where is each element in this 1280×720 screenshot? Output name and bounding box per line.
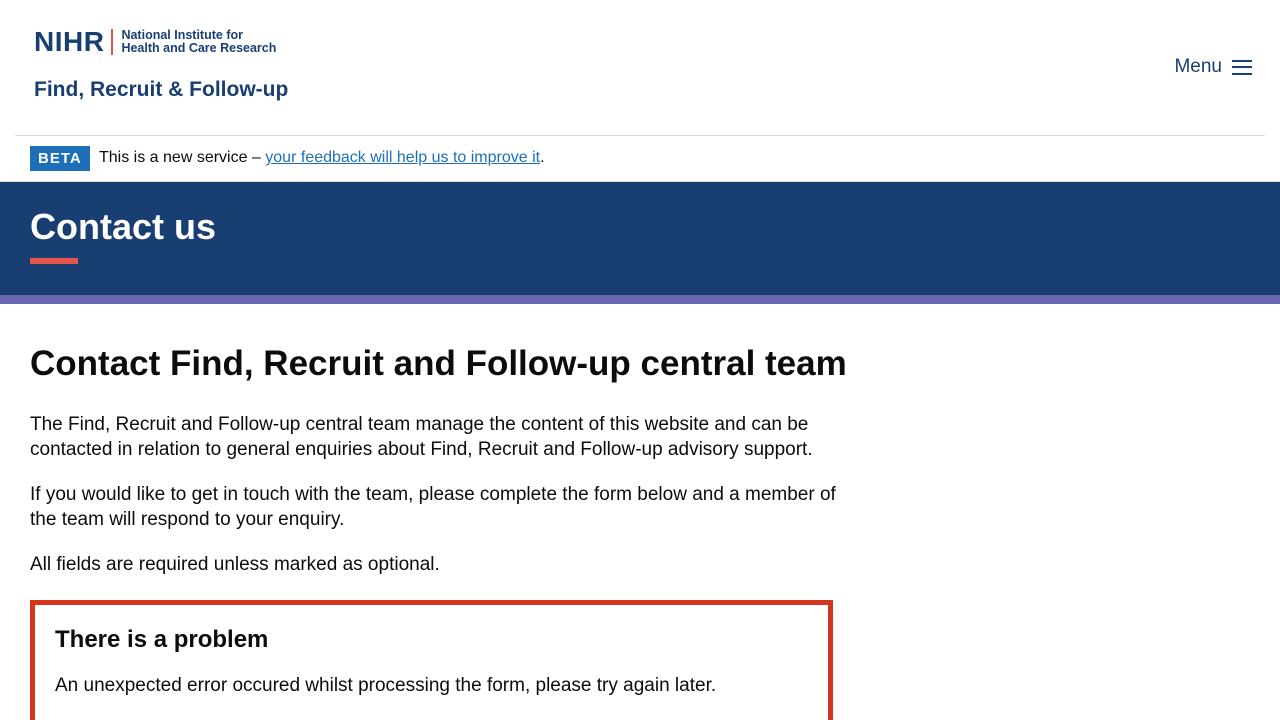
instructions-paragraph: If you would like to get in touch with t… xyxy=(30,484,836,530)
phase-banner: BETA This is a new service – your feedba… xyxy=(0,136,1280,182)
menu-label: Menu xyxy=(1174,56,1222,77)
required-fields-note: All fields are required unless marked as… xyxy=(30,554,440,575)
contact-heading: Contact Find, Recruit and Follow-up cent… xyxy=(30,344,847,383)
error-summary-message: An unexpected error occured whilst proce… xyxy=(55,675,717,696)
nihr-logo-text: National Institute for Health and Care R… xyxy=(121,29,276,55)
phase-banner-text: This is a new service – your feedback wi… xyxy=(99,148,545,168)
phase-banner-prefix: This is a new service – xyxy=(99,149,266,166)
logo-line-1: National Institute for xyxy=(121,28,243,42)
service-name: Find, Recruit & Follow-up xyxy=(34,78,289,101)
site-header: NIHR National Institute for Health and C… xyxy=(0,0,1280,136)
nihr-logo-mark: NIHR xyxy=(34,26,105,57)
error-summary-title: There is a problem xyxy=(55,626,269,653)
page-hero: Contact us xyxy=(0,182,1280,295)
hero-stripe xyxy=(0,295,1280,304)
hamburger-icon xyxy=(1232,59,1252,75)
main-content: Contact Find, Recruit and Follow-up cent… xyxy=(30,340,847,597)
error-summary: There is a problem An unexpected error o… xyxy=(30,600,833,720)
nihr-logo-link[interactable]: NIHR National Institute for Health and C… xyxy=(34,26,288,101)
beta-tag: BETA xyxy=(30,146,90,171)
nihr-logo: NIHR National Institute for Health and C… xyxy=(34,26,276,58)
intro-paragraph: The Find, Recruit and Follow-up central … xyxy=(30,414,813,460)
menu-button[interactable]: Menu xyxy=(1174,56,1252,78)
feedback-link[interactable]: your feedback will help us to improve it xyxy=(265,149,540,166)
page-title: Contact us xyxy=(30,206,217,247)
logo-divider xyxy=(111,29,114,55)
phase-banner-suffix: . xyxy=(540,149,545,166)
title-underline xyxy=(30,258,78,264)
logo-line-2: Health and Care Research xyxy=(121,41,277,55)
